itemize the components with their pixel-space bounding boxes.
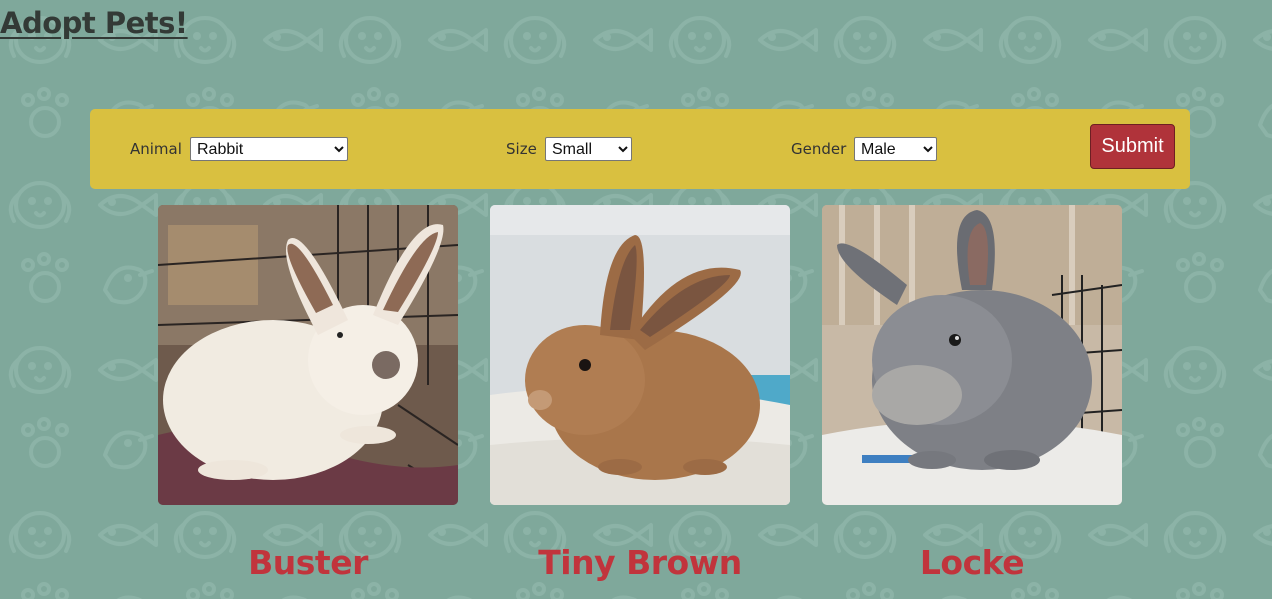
pet-name-link[interactable]: Locke <box>782 543 1162 582</box>
pet-card: Tiny Brown <box>490 205 790 582</box>
pet-filter-form: Animal Rabbit Size Small Gender Male Sub… <box>90 109 1190 189</box>
pet-photo-gray-rabbit[interactable] <box>822 205 1122 505</box>
pet-photo-white-rabbit[interactable] <box>158 205 458 505</box>
size-select[interactable]: Small <box>545 137 632 161</box>
animal-select[interactable]: Rabbit <box>190 137 348 161</box>
pet-photo-brown-rabbit[interactable] <box>490 205 790 505</box>
pet-card: Buster <box>158 205 458 582</box>
pet-card: Locke <box>822 205 1122 582</box>
size-label: Size <box>506 140 537 158</box>
page-title-link[interactable]: Adopt Pets! <box>0 6 188 40</box>
pet-name-link[interactable]: Tiny Brown <box>450 543 830 582</box>
gender-select[interactable]: Male <box>854 137 937 161</box>
pet-name-link[interactable]: Buster <box>118 543 498 582</box>
gender-label: Gender <box>791 140 847 158</box>
submit-button[interactable]: Submit <box>1090 124 1175 169</box>
animal-label: Animal <box>130 140 182 158</box>
